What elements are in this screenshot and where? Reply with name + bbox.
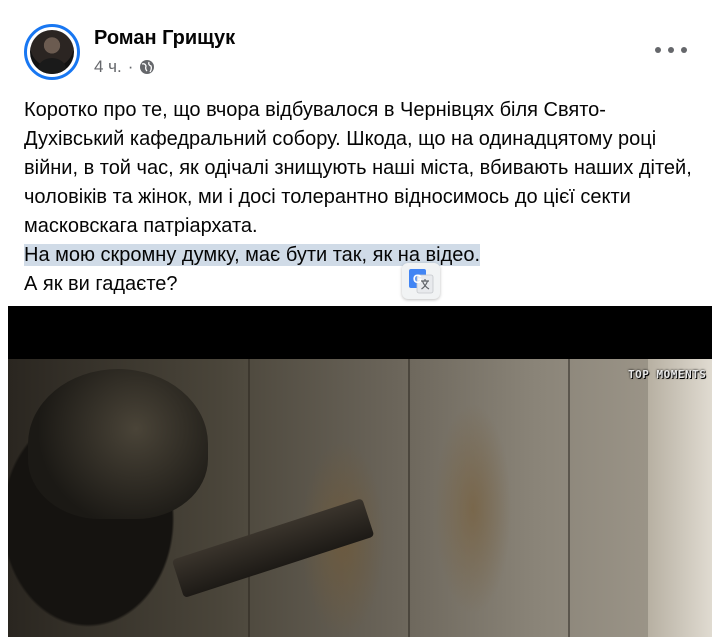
globe-icon[interactable] — [139, 59, 155, 75]
post-meta: 4 ч. · — [94, 57, 155, 77]
video-watermark: TOP MOMENTS — [628, 368, 707, 381]
helmet — [28, 369, 208, 519]
post-paragraph: Коротко про те, що вчора відбувалося в Ч… — [24, 99, 692, 237]
post-last-line: А як ви гадаєте? — [24, 273, 178, 295]
video-frame — [8, 359, 712, 637]
author-name[interactable]: Роман Грищук — [94, 27, 235, 50]
wall-seam — [248, 359, 250, 637]
post-header: Роман Грищук 4 ч. · — [0, 0, 720, 90]
video-player[interactable]: TOP MOMENTS — [8, 306, 712, 637]
google-translate-icon[interactable]: G — [402, 263, 440, 299]
wall-seam — [568, 359, 570, 637]
post-time[interactable]: 4 ч. — [94, 57, 122, 77]
meta-separator: · — [127, 57, 134, 76]
light-column — [648, 359, 712, 637]
post-text: Коротко про те, що вчора відбувалося в Ч… — [24, 96, 704, 299]
avatar-image — [30, 30, 74, 74]
post-highlighted-line: На мою скромну думку, має бути так, як н… — [24, 241, 704, 270]
svg-text:G: G — [413, 272, 422, 286]
more-options-icon[interactable] — [655, 44, 687, 56]
avatar[interactable] — [24, 24, 80, 80]
wall-seam — [408, 359, 410, 637]
translate-glyph-icon: G — [409, 269, 434, 294]
